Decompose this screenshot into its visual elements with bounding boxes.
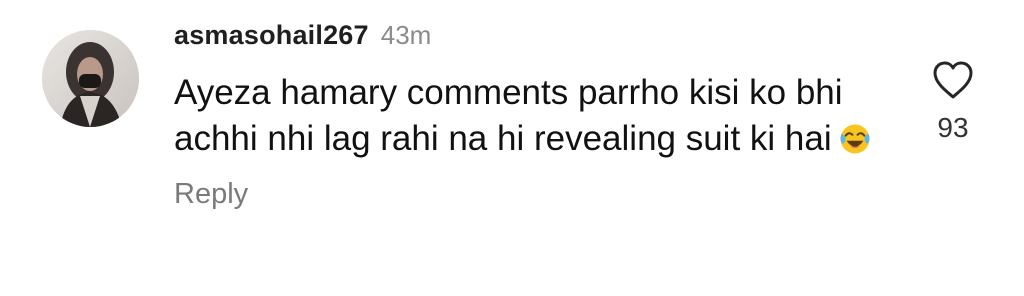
comment-item: asmasohail267 43m Ayeza hamary comments … — [0, 0, 1024, 296]
comment-meta: asmasohail267 43m — [174, 20, 894, 60]
like-section: 93 — [918, 60, 988, 144]
avatar-image — [42, 30, 139, 127]
timestamp: 43m — [380, 20, 432, 50]
heart-outline-icon[interactable] — [931, 60, 975, 100]
username[interactable]: asmasohail267 — [174, 20, 369, 51]
comment-text-body: Ayeza hamary comments parrho kisi ko bhi… — [174, 73, 843, 158]
reply-button[interactable]: Reply — [174, 178, 894, 211]
avatar[interactable] — [42, 30, 139, 127]
like-count: 93 — [937, 112, 969, 143]
face-with-tears-of-joy-icon — [840, 124, 870, 154]
comment-content: asmasohail267 43m Ayeza hamary comments … — [174, 20, 894, 211]
comment-text: Ayeza hamary comments parrho kisi ko bhi… — [174, 70, 874, 162]
